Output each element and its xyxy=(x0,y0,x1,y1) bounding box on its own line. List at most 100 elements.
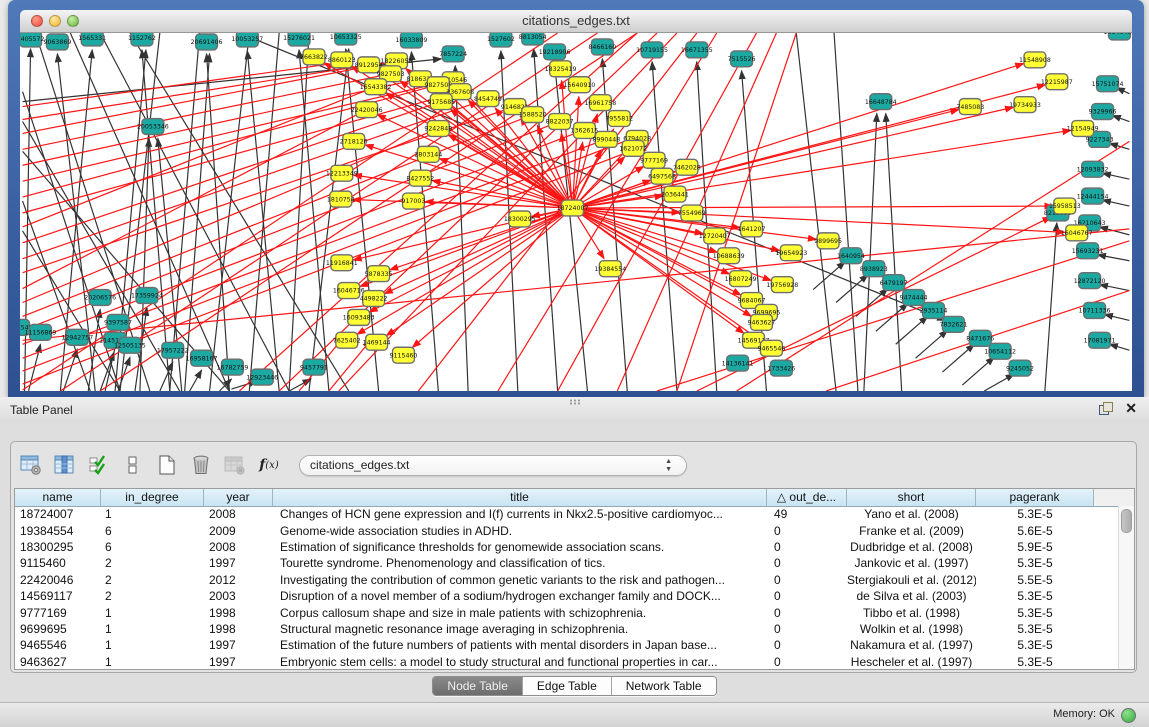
cell-in_degree: 1 xyxy=(101,622,204,636)
graph-edge xyxy=(813,262,845,290)
graph-node-label: 12923446 xyxy=(246,374,278,381)
cell-out_de: 49 xyxy=(767,507,847,521)
network-view-window: citations_edges.txt 24055729063869156533… xyxy=(8,0,1144,397)
graph-node-label: 8466160 xyxy=(588,44,616,51)
table-select-value: citations_edges.txt xyxy=(310,458,409,472)
cell-year: 1997 xyxy=(204,638,273,652)
graph-node-label: 8813054 xyxy=(519,34,547,41)
function-builder-icon[interactable]: f(x) xyxy=(257,453,281,477)
graph-node-label: 16782759 xyxy=(217,364,249,371)
table-row[interactable]: 1938455462009Genome-wide association stu… xyxy=(15,522,1119,538)
graph-node-label: 15693231 xyxy=(1072,248,1104,255)
graph-edge xyxy=(1110,344,1130,350)
graph-node-label: 8427552 xyxy=(406,175,434,182)
column-header-in_degree[interactable]: in_degree xyxy=(101,489,204,506)
show-columns-icon[interactable] xyxy=(53,453,77,477)
table-type-segmented-control: Node TableEdge TableNetwork Table xyxy=(432,676,716,696)
cell-name: 18724007 xyxy=(15,507,101,521)
table-mode-icon[interactable] xyxy=(19,453,43,477)
graph-edge xyxy=(796,33,836,391)
graph-node-label: 15276021 xyxy=(283,35,315,42)
graph-node-label: 15958513 xyxy=(1049,203,1081,210)
table-header-row: namein_degreeyeartitle△ out_de...shortpa… xyxy=(15,489,1134,507)
cell-pagerank: 5.6E-5 xyxy=(976,524,1094,538)
graph-node-label: 9899695 xyxy=(814,238,842,245)
new-table-icon[interactable] xyxy=(155,453,179,477)
cell-year: 2009 xyxy=(204,524,273,538)
cell-in_degree: 1 xyxy=(101,507,204,521)
cell-year: 1997 xyxy=(204,556,273,570)
delete-rows-icon[interactable] xyxy=(189,453,213,477)
close-panel-icon[interactable]: ✕ xyxy=(1125,400,1137,417)
table-row[interactable]: 946554611997Estimation of the future num… xyxy=(15,637,1119,653)
row-height-icon[interactable] xyxy=(121,453,145,477)
cell-title: Structural magnetic resonance image aver… xyxy=(273,622,767,636)
column-header-title[interactable]: title xyxy=(273,489,767,506)
cell-in_degree: 2 xyxy=(101,589,204,603)
table-row[interactable]: 1456911722003Disruption of a novel membe… xyxy=(15,588,1119,604)
graph-node-label: 10719155 xyxy=(636,47,668,54)
app-root: citations_edges.txt 24055729063869156533… xyxy=(0,0,1149,727)
table-row[interactable]: 1830029562008Estimation of significance … xyxy=(15,539,1119,555)
graph-edge xyxy=(1110,143,1130,149)
table-row[interactable]: 969969511998Structural magnetic resonanc… xyxy=(15,621,1119,637)
graph-node-label: 9474444 xyxy=(900,295,928,302)
cell-out_de: 0 xyxy=(767,638,847,652)
graph-node-label: 9329966 xyxy=(1089,109,1117,116)
table-row[interactable]: 1872400712008Changes of HCN gene express… xyxy=(15,506,1119,522)
scrollbar-thumb[interactable] xyxy=(1121,509,1132,533)
tab-node-table[interactable]: Node Table xyxy=(433,677,523,695)
graph-node-label: 8860123 xyxy=(328,57,356,64)
graph-node-label: 12093832 xyxy=(1077,166,1109,173)
graph-node-label: 9245052 xyxy=(1006,365,1034,372)
cell-title: Investigating the contribution of common… xyxy=(273,573,767,587)
cell-short: Dudbridge et al. (2008) xyxy=(847,540,976,554)
table-select-dropdown[interactable]: citations_edges.txt ▲▼ xyxy=(299,455,687,476)
split-divider-grip[interactable] xyxy=(569,399,581,405)
graph-node-label: 1810754 xyxy=(327,196,355,203)
table-body: 1872400712008Changes of HCN gene express… xyxy=(15,506,1119,669)
cell-out_de: 0 xyxy=(767,556,847,570)
status-bar: Memory: OK xyxy=(0,702,1149,727)
graph-node-label: 9175685 xyxy=(427,99,455,106)
cell-short: Hescheler et al. (1997) xyxy=(847,655,976,669)
tab-edge-table[interactable]: Edge Table xyxy=(523,677,612,695)
column-header-pagerank[interactable]: pagerank xyxy=(976,489,1094,506)
graph-node-label: 10653325 xyxy=(330,34,362,41)
graph-node-label: 12872120 xyxy=(1074,278,1106,285)
table-row[interactable]: 2242004622012Investigating the contribut… xyxy=(15,572,1119,588)
cell-name: 9699695 xyxy=(15,622,101,636)
cell-title: Estimation of significance thresholds fo… xyxy=(273,540,767,554)
graph-node-label: 9465546 xyxy=(757,345,785,352)
table-row[interactable]: 946362711997Embryonic stem cells: a mode… xyxy=(15,654,1119,670)
graph-node-label: 1362615 xyxy=(571,128,599,135)
window-titlebar[interactable]: citations_edges.txt xyxy=(20,10,1132,33)
graph-node-label: 10053257 xyxy=(231,36,263,43)
cell-name: 22420046 xyxy=(15,573,101,587)
column-header-name[interactable]: name xyxy=(15,489,101,506)
selection-mode-icon[interactable] xyxy=(87,453,111,477)
column-header-year[interactable]: year xyxy=(204,489,273,506)
table-row[interactable]: 977716911998Corpus callosum shape and si… xyxy=(15,604,1119,620)
cell-title: Corpus callosum shape and size in male p… xyxy=(273,606,767,620)
float-panel-icon[interactable] xyxy=(1099,402,1113,416)
graph-node-label: 20691406 xyxy=(191,39,223,46)
network-canvas[interactable]: 2405572906386915653311152762206914061005… xyxy=(20,33,1132,391)
column-header-short[interactable]: short xyxy=(847,489,976,506)
table-vertical-scrollbar[interactable] xyxy=(1118,506,1134,669)
graph-edge xyxy=(916,330,948,358)
table-row[interactable]: 911546021997Tourette syndrome. Phenomeno… xyxy=(15,555,1119,571)
graph-node-label: 11916841 xyxy=(326,260,358,267)
graph-edge xyxy=(573,107,1014,208)
table-panel: Table Panel ✕ xyxy=(0,397,1149,727)
graph-edge xyxy=(573,206,1053,208)
graph-edge xyxy=(70,33,229,391)
graph-edge xyxy=(185,54,210,391)
window-title: citations_edges.txt xyxy=(20,13,1132,28)
graph-node-label: 18325419 xyxy=(545,66,577,73)
cell-short: de Silva et al. (2003) xyxy=(847,589,976,603)
column-header-out_de[interactable]: △ out_de... xyxy=(767,489,847,506)
graph-node-label: 11548908 xyxy=(1019,57,1051,64)
tab-network-table[interactable]: Network Table xyxy=(612,677,716,695)
cell-pagerank: 5.9E-5 xyxy=(976,540,1094,554)
